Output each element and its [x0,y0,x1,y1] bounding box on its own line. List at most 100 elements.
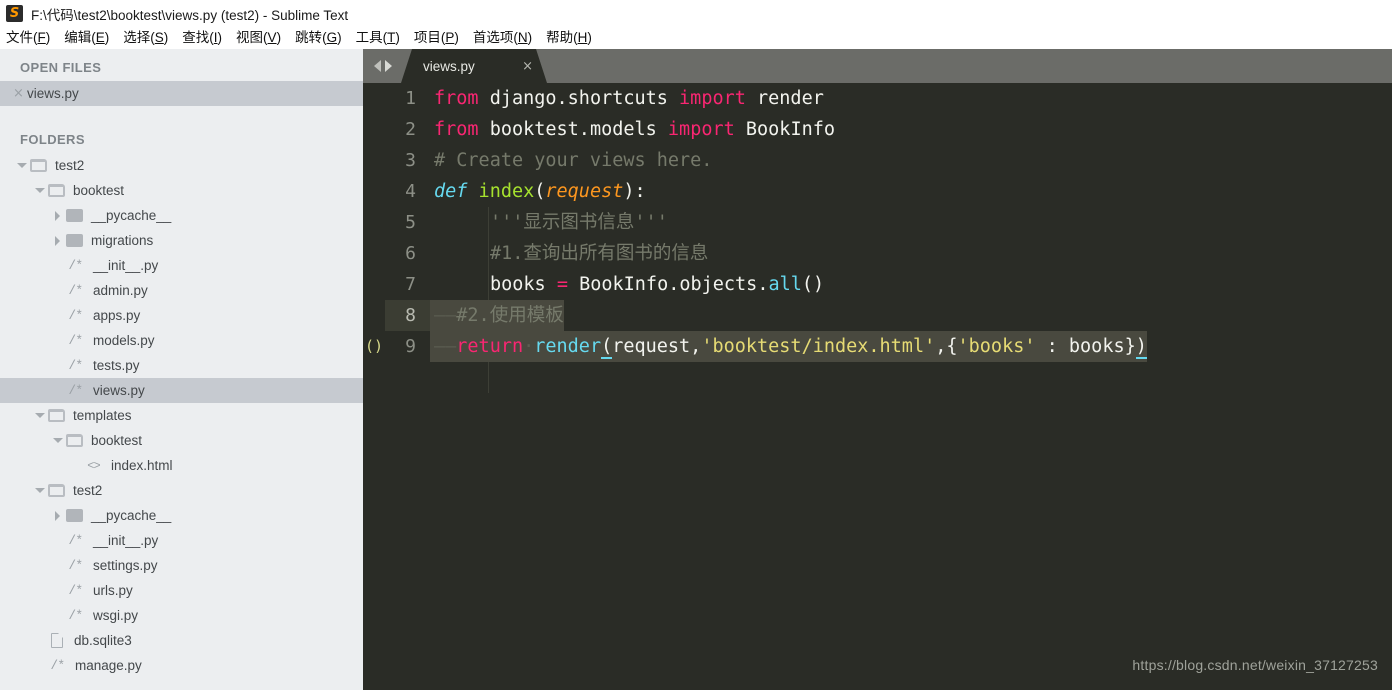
chevron-down-icon[interactable] [34,410,45,421]
token-space-dot: · [523,336,535,357]
open-file-views-py[interactable]: × views.py [0,81,363,106]
tree-item-label: __pycache__ [91,508,172,523]
folder-closed-icon [66,209,83,222]
tab-nav-arrows[interactable] [363,49,401,83]
py-icon-icon: /* [68,383,83,398]
menu-item-tools[interactable]: 工具(T) [356,29,400,47]
tree-item-index-html[interactable]: <> index.html [0,453,363,478]
chevron-right-icon[interactable] [52,210,63,221]
line-number: 9 [405,336,416,357]
tree-item--init-py[interactable]: /* __init__.py [0,528,363,553]
code-line-7[interactable]: 7 books = BookInfo.objects.all() [363,269,1392,300]
code-line-2[interactable]: 2 from booktest.models import BookInfo [363,114,1392,145]
token-function-name: index [467,181,535,202]
chevron-right-icon[interactable] [52,235,63,246]
tree-item-templates[interactable]: templates [0,403,363,428]
menu-label: 工具 [355,30,383,45]
code-line-9[interactable]: () 9 ——return·render(request,'booktest/i… [363,331,1392,362]
tab-close-icon[interactable]: × [522,59,533,74]
token-string-template-path: 'booktest/index.html' [701,336,936,357]
tree-item-label: db.sqlite3 [74,633,132,648]
tree-item-label: wsgi.py [93,608,139,623]
spacer-icon [52,535,63,546]
tree-item-db-sqlite3[interactable]: db.sqlite3 [0,628,363,653]
menu-mnemonic: I [213,30,218,45]
tree-item-label: __pycache__ [91,208,172,223]
code-line-4[interactable]: 4 def index(request): [363,176,1392,207]
chevron-down-icon[interactable] [52,435,63,446]
tree-item-wsgi-py[interactable]: /* wsgi.py [0,603,363,628]
chevron-right-icon[interactable] [52,510,63,521]
tree-item-label: models.py [93,333,155,348]
py-icon-icon: /* [68,333,83,348]
line-number: 7 [405,274,416,295]
tree-item-booktest[interactable]: booktest [0,178,363,203]
menu-mnemonic: G [326,30,338,45]
py-icon-icon: /* [68,283,83,298]
menu-item-goto[interactable]: 跳转(G) [295,29,342,47]
tree-item-booktest[interactable]: booktest [0,428,363,453]
tree-item-models-py[interactable]: /* models.py [0,328,363,353]
code-line-3[interactable]: 3 # Create your views here. [363,145,1392,176]
nav-back-icon[interactable] [374,60,381,72]
tree-item-manage-py[interactable]: /* manage.py [0,653,363,678]
py-icon-icon: /* [68,533,83,548]
menu-item-help[interactable]: 帮助(H) [546,29,592,47]
nav-forward-icon[interactable] [385,60,392,72]
tree-item-views-py[interactable]: /* views.py [0,378,363,403]
code-text: ——return·render(request,'booktest/index.… [430,331,1147,362]
tree-item-settings-py[interactable]: /* settings.py [0,553,363,578]
spacer-icon [34,660,45,671]
menu-bar[interactable]: 文件(F) 编辑(E) 选择(S) 查找(I) 视图(V) 跳转(G) 工具(T… [0,27,1392,49]
tree-item-test2[interactable]: test2 [0,478,363,503]
menu-label: 视图 [236,30,264,45]
tree-item-urls-py[interactable]: /* urls.py [0,578,363,603]
menu-item-project[interactable]: 项目(P) [414,29,459,47]
tab-views-py[interactable]: views.py × [401,49,547,83]
tree-item--pycache-[interactable]: __pycache__ [0,203,363,228]
code-line-5[interactable]: 5 '''显示图书信息''' [363,207,1392,238]
editor-pane[interactable]: views.py × 1 from django.shortcuts impor… [363,49,1392,690]
menu-mnemonic: F [37,30,46,45]
spacer-icon [34,635,45,646]
token-keyword-from: from [434,88,479,109]
line-number: 2 [405,119,416,140]
spacer-icon [52,310,63,321]
token-string-key: 'books' [957,336,1036,357]
chevron-down-icon[interactable] [34,185,45,196]
tree-item-label: admin.py [93,283,148,298]
tree-item-test2[interactable]: test2 [0,153,363,178]
html-icon-icon: <> [87,458,100,473]
tab-bar[interactable]: views.py × [363,49,1392,83]
tree-item-migrations[interactable]: migrations [0,228,363,253]
folder-tree[interactable]: test2 booktest __pycache__ migrations /* __in… [0,153,363,678]
tree-item-apps-py[interactable]: /* apps.py [0,303,363,328]
chevron-down-icon[interactable] [34,485,45,496]
tree-item--init-py[interactable]: /* __init__.py [0,253,363,278]
tree-item-tests-py[interactable]: /* tests.py [0,353,363,378]
token-keyword-from: from [434,119,479,140]
tree-item-admin-py[interactable]: /* admin.py [0,278,363,303]
menu-item-find[interactable]: 查找(I) [182,29,222,47]
menu-item-selection[interactable]: 选择(S) [123,29,168,47]
code-area[interactable]: 1 from django.shortcuts import render 2 … [363,83,1392,690]
sidebar[interactable]: OPEN FILES × views.py FOLDERS test2 bookt… [0,49,363,690]
file-icon-icon [48,633,66,648]
chevron-down-icon[interactable] [16,160,27,171]
code-line-1[interactable]: 1 from django.shortcuts import render [363,83,1392,114]
token-object: BookInfo.objects. [567,274,769,295]
code-text: from booktest.models import BookInfo [430,114,835,145]
menu-item-file[interactable]: 文件(F) [6,29,50,47]
tree-item-label: test2 [73,483,103,498]
token-name: BookInfo [734,119,835,140]
menu-item-preferences[interactable]: 首选项(N) [473,29,532,47]
tree-item--pycache-[interactable]: __pycache__ [0,503,363,528]
token-comma-brace: ,{ [935,336,958,357]
token-tail: ): [623,181,646,202]
menu-item-edit[interactable]: 编辑(E) [64,29,109,47]
menu-item-view[interactable]: 视图(V) [236,29,281,47]
code-line-8[interactable]: 8 ——#2.使用模板 [363,300,1392,331]
close-icon[interactable]: × [10,86,27,101]
token-variable: books [490,274,557,295]
code-line-6[interactable]: 6 #1.查询出所有图书的信息 [363,238,1392,269]
